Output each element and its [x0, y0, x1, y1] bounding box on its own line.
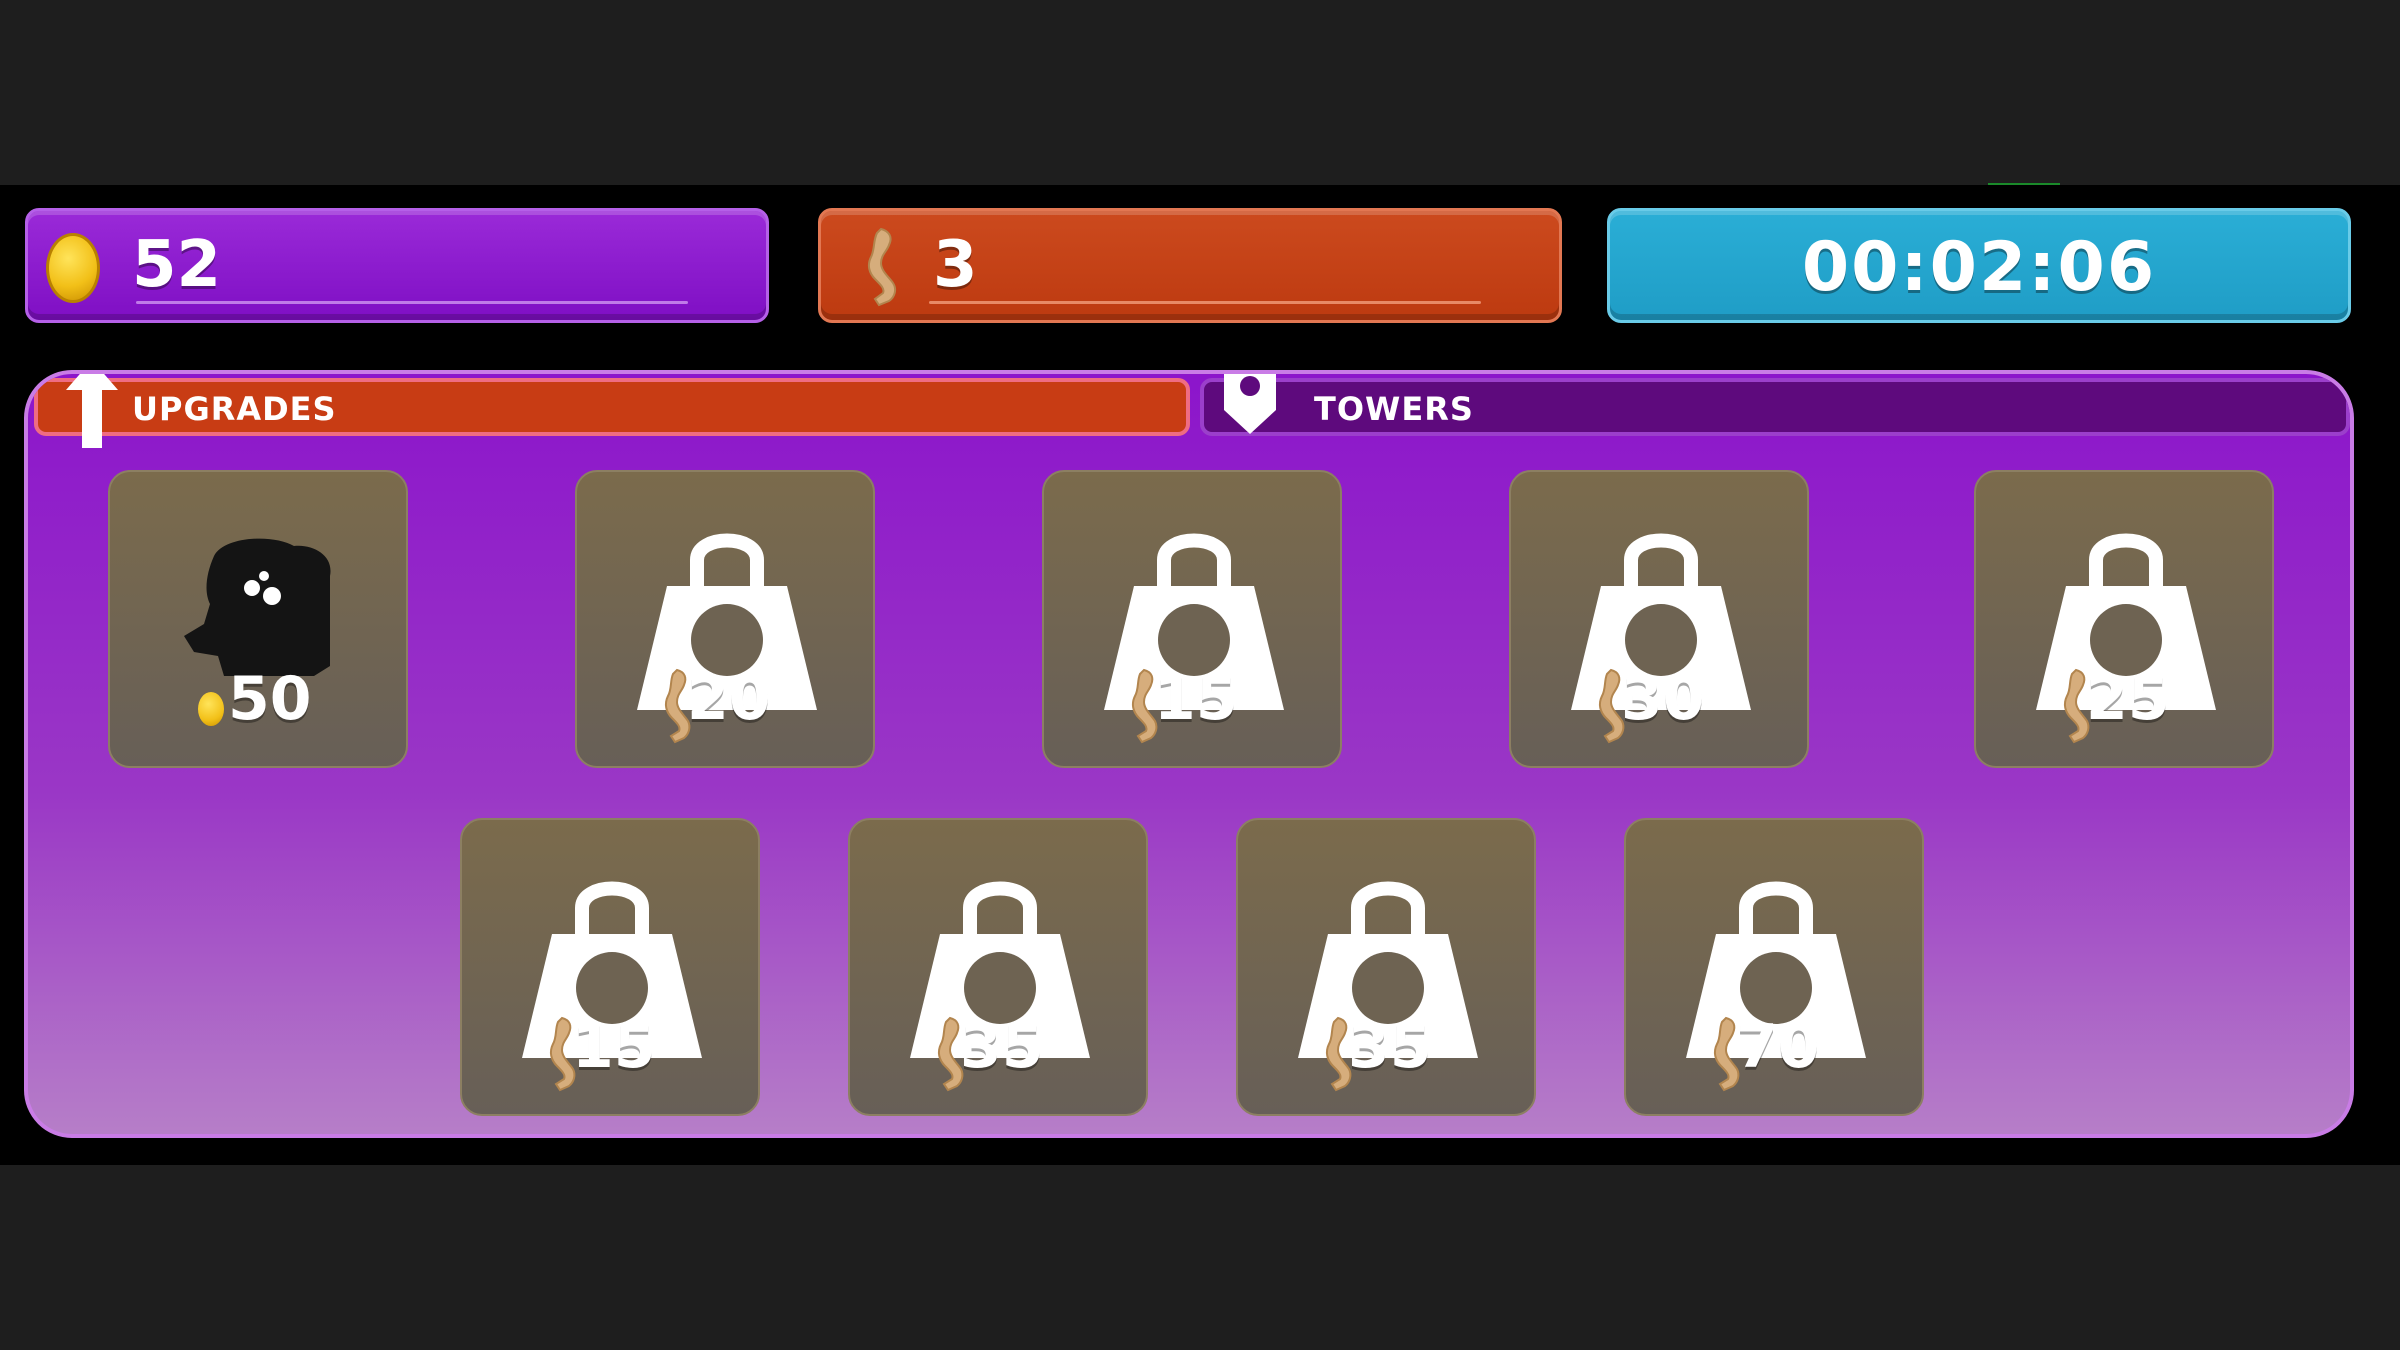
tab-towers-label: TOWERS	[1314, 390, 1474, 428]
slot-cost: 35	[960, 1012, 1044, 1082]
coin-icon	[198, 692, 224, 726]
coins-underline	[136, 301, 688, 304]
timer-bar: 00:02:06	[1607, 208, 2351, 323]
slot-cost: 15	[1154, 664, 1238, 734]
slot-cost: 50	[228, 664, 312, 734]
tower-slot-1[interactable]: 50	[108, 470, 408, 768]
slot-cost: 35	[1348, 1012, 1432, 1082]
tab-upgrades-label: UPGRADES	[132, 390, 337, 428]
legs-bar: 3	[818, 208, 1562, 323]
coin-icon	[46, 233, 100, 303]
tower-slot-9[interactable]: 70	[1624, 818, 1924, 1116]
coins-bar: 52	[25, 208, 769, 323]
tower-slot-5[interactable]: 25	[1974, 470, 2274, 768]
up-arrow-icon	[66, 374, 118, 448]
tower-slot-6[interactable]: 15	[460, 818, 760, 1116]
leg-icon	[867, 227, 897, 307]
slot-cost: 15	[572, 1012, 656, 1082]
slot-cost: 30	[1621, 664, 1705, 734]
coins-value: 52	[132, 228, 222, 302]
tower-slot-3[interactable]: 15	[1042, 470, 1342, 768]
tab-upgrades[interactable]: UPGRADES	[34, 374, 1190, 448]
tower-slot-4[interactable]: 30	[1509, 470, 1809, 768]
slot-cost: 20	[687, 664, 771, 734]
slot-cost: 25	[2086, 664, 2170, 734]
tower-slot-8[interactable]: 35	[1236, 818, 1536, 1116]
legs-value: 3	[933, 228, 978, 302]
indicator-line	[1988, 183, 2060, 185]
tower-slot-2[interactable]: 20	[575, 470, 875, 768]
slot-cost: 70	[1736, 1012, 1820, 1082]
tower-slot-7[interactable]: 35	[848, 818, 1148, 1116]
timer-value: 00:02:06	[1801, 228, 2157, 307]
tower-pin-icon	[1224, 374, 1276, 434]
tab-towers[interactable]: TOWERS	[1200, 374, 2350, 436]
shop-panel: UPGRADES TOWERS 50 20 15 30 25 15 35 35 …	[24, 370, 2354, 1138]
legs-underline	[929, 301, 1481, 304]
